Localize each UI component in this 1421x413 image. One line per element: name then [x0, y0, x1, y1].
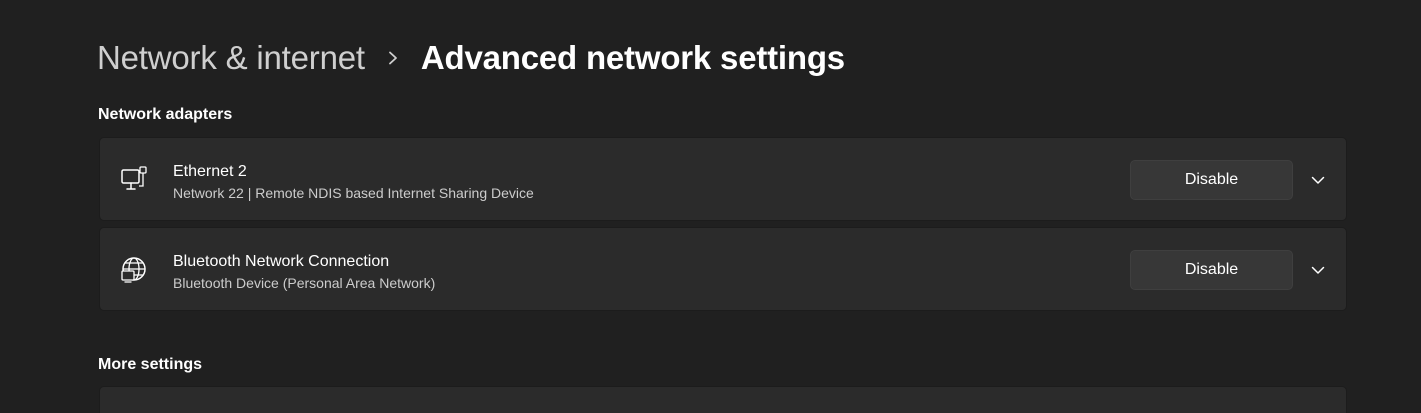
disable-ethernet-button[interactable]: Disable — [1130, 160, 1293, 200]
bluetooth-network-globe-icon — [120, 256, 148, 284]
breadcrumb: Network & internet Advanced network sett… — [97, 36, 845, 80]
chevron-down-icon[interactable] — [1300, 255, 1336, 285]
ethernet-icon — [120, 166, 148, 194]
chevron-right-icon — [365, 36, 421, 80]
more-settings-card[interactable] — [99, 386, 1347, 413]
adapter-name: Bluetooth Network Connection — [173, 253, 390, 270]
disable-bluetooth-button[interactable]: Disable — [1130, 250, 1293, 290]
chevron-down-icon[interactable] — [1300, 165, 1336, 195]
adapter-description: Bluetooth Device (Personal Area Network) — [173, 275, 436, 291]
adapter-name: Ethernet 2 — [173, 163, 247, 180]
more-settings-heading: More settings — [98, 356, 203, 373]
breadcrumb-parent-link[interactable]: Network & internet — [97, 39, 365, 77]
page-title: Advanced network settings — [420, 39, 845, 76]
adapter-description: Network 22 | Remote NDIS based Internet … — [173, 185, 534, 201]
adapter-card-ethernet[interactable]: Ethernet 2 Network 22 | Remote NDIS base… — [99, 137, 1347, 221]
advanced-network-settings-page: Network & internet Advanced network sett… — [0, 0, 1421, 413]
adapter-card-bluetooth[interactable]: Bluetooth Network Connection Bluetooth D… — [99, 227, 1347, 311]
network-adapters-heading: Network adapters — [98, 106, 233, 123]
